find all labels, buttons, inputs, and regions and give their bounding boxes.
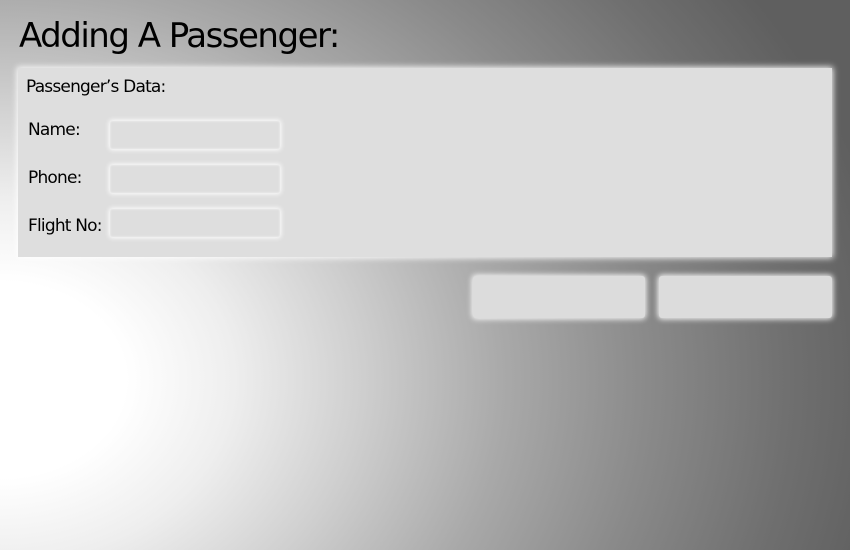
phone-label: Phone: (28, 168, 82, 188)
phone-field[interactable] (110, 165, 280, 193)
left-action-button[interactable] (473, 276, 645, 318)
right-action-button[interactable] (659, 276, 832, 318)
section-title: Passenger’s Data: (26, 77, 166, 97)
page-title: Adding A Passenger: (19, 16, 340, 56)
flight-number-field[interactable] (110, 209, 280, 237)
name-label: Name: (28, 120, 81, 140)
flight-number-label: Flight No: (28, 216, 103, 236)
passenger-data-panel: Passenger’s Data: Name: Phone: Flight No… (18, 68, 832, 257)
name-field[interactable] (110, 121, 280, 149)
